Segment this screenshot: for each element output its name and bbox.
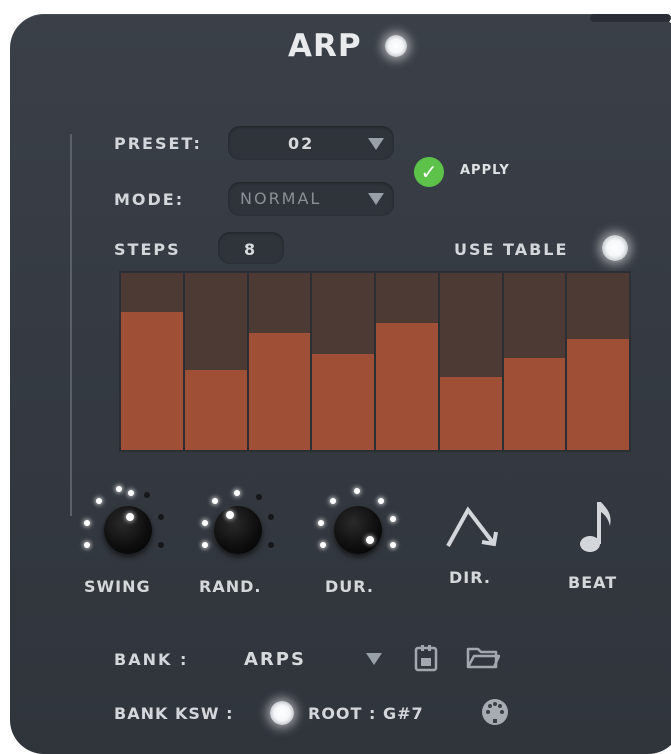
dur-dot <box>378 498 384 504</box>
step-bar-fill <box>503 357 566 450</box>
step-bar-fill <box>121 311 183 450</box>
use-table-label: USE TABLE <box>454 240 569 259</box>
step-bar-fill <box>376 322 438 450</box>
arp-power-led[interactable] <box>385 35 407 57</box>
bank-value[interactable]: ARPS <box>244 649 306 670</box>
dur-dot <box>390 516 396 522</box>
step-bar[interactable] <box>312 273 374 450</box>
step-bar[interactable] <box>376 273 438 450</box>
rand-dot <box>256 494 262 500</box>
preset-value: 02 <box>288 134 315 153</box>
bank-ksw-toggle[interactable] <box>270 701 294 725</box>
panel-edge <box>590 14 671 22</box>
swing-dot <box>144 492 150 498</box>
bank-ksw-label: BANK KSW : <box>114 704 234 723</box>
rand-dot <box>202 542 208 548</box>
dur-dot <box>330 498 336 504</box>
dur-dot <box>390 542 396 548</box>
steps-value: 8 <box>244 240 258 259</box>
dur-label: DUR. <box>325 577 374 596</box>
dropdown-arrow-icon[interactable] <box>366 653 382 665</box>
bank-label: BANK : <box>114 650 189 669</box>
mode-value: NORMAL <box>240 189 322 208</box>
rand-dot <box>234 490 240 496</box>
step-bar-fill <box>248 333 311 450</box>
arp-title: ARP <box>288 28 362 64</box>
swing-label: SWING <box>84 577 151 596</box>
swing-dot <box>84 542 90 548</box>
step-bar-fill <box>439 377 502 450</box>
swing-dot <box>128 490 134 496</box>
rand-label: RAND. <box>199 577 262 596</box>
rand-dot <box>202 520 208 526</box>
dir-label: DIR. <box>449 568 491 587</box>
preset-label: PRESET: <box>114 134 202 153</box>
swing-knob[interactable] <box>82 484 172 574</box>
apply-label[interactable]: APPLY <box>460 163 510 178</box>
use-table-toggle[interactable] <box>602 235 628 261</box>
swing-knob-pointer <box>126 513 134 521</box>
step-bar-fill <box>312 354 374 450</box>
section-divider <box>70 134 72 516</box>
mode-label: MODE: <box>114 190 185 209</box>
dur-knob-body[interactable] <box>334 506 382 554</box>
dur-knob-pointer <box>366 536 374 544</box>
beat-label: BEAT <box>568 573 618 592</box>
step-bar[interactable] <box>439 273 502 450</box>
rand-knob[interactable] <box>192 484 282 574</box>
step-bar[interactable] <box>184 273 247 450</box>
dur-dot <box>354 488 360 494</box>
swing-dot <box>84 520 90 526</box>
rand-knob-body[interactable] <box>214 506 262 554</box>
step-bar[interactable] <box>121 273 183 450</box>
root-label[interactable]: ROOT : G#7 <box>308 704 424 723</box>
dropdown-arrow-icon[interactable] <box>368 138 384 150</box>
step-table[interactable] <box>119 271 631 452</box>
dur-dot <box>318 520 324 526</box>
direction-icon[interactable] <box>444 500 510 552</box>
dur-dot <box>320 542 326 548</box>
swing-dot <box>96 498 102 504</box>
swing-dot <box>116 486 122 492</box>
save-icon[interactable] <box>414 644 438 672</box>
swing-dot <box>158 514 164 520</box>
check-icon[interactable]: ✓ <box>414 157 444 187</box>
rand-dot <box>268 514 274 520</box>
folder-icon[interactable] <box>466 644 500 670</box>
step-bar-fill <box>184 370 247 450</box>
swing-dot <box>158 542 164 548</box>
music-note-icon[interactable] <box>578 496 614 556</box>
step-bar[interactable] <box>248 273 311 450</box>
dropdown-arrow-icon[interactable] <box>368 193 384 205</box>
rand-dot <box>212 498 218 504</box>
steps-label: STEPS <box>114 240 181 259</box>
rand-dot <box>268 542 274 548</box>
step-bar[interactable] <box>503 273 566 450</box>
dur-knob[interactable] <box>312 484 402 574</box>
midi-icon[interactable] <box>480 697 510 727</box>
rand-knob-pointer <box>226 511 234 519</box>
step-bar-fill <box>567 338 629 450</box>
step-bar[interactable] <box>567 273 629 450</box>
